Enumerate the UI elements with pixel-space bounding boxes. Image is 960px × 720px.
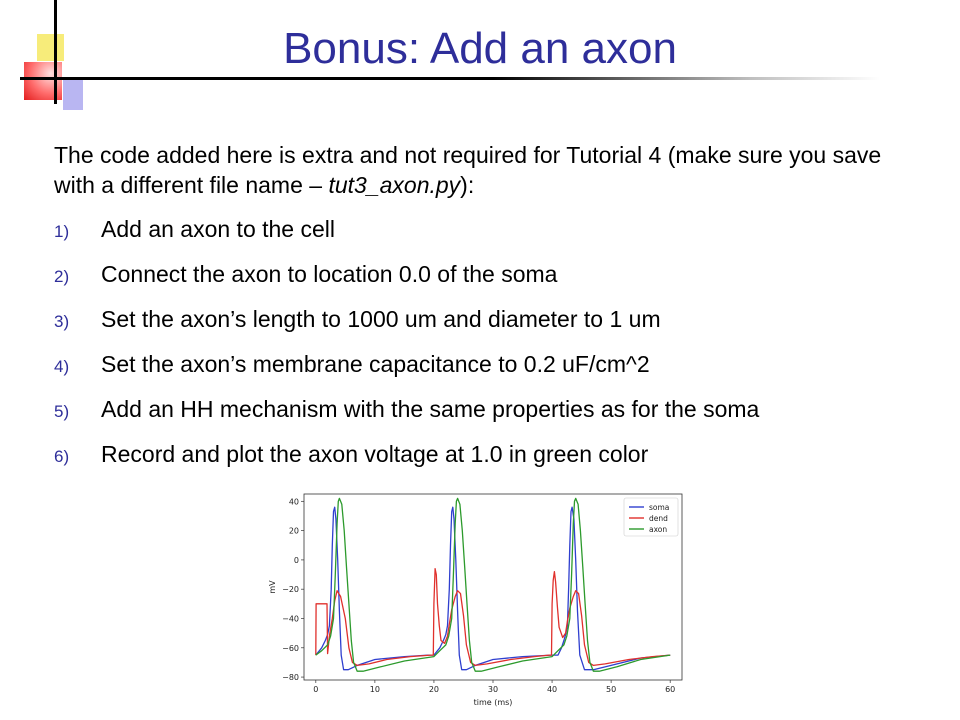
step-text: Add an axon to the cell [101, 216, 335, 242]
legend-label-axon: axon [649, 525, 667, 534]
step-number: 6) [54, 447, 70, 466]
legend-label-dend: dend [649, 514, 668, 523]
y-tick-label: 40 [289, 497, 299, 506]
x-tick-label: 30 [488, 685, 498, 694]
x-tick-label: 60 [665, 685, 675, 694]
step-number: 5) [54, 402, 70, 421]
y-tick-label: 0 [294, 556, 299, 565]
intro-paragraph: The code added here is extra and not req… [54, 140, 924, 200]
step-text: Record and plot the axon voltage at 1.0 … [101, 441, 649, 467]
intro-filename: tut3_axon.py [328, 172, 461, 198]
title-underline [20, 77, 880, 80]
intro-text-part2: ): [460, 172, 475, 198]
x-tick-label: 10 [370, 685, 380, 694]
x-tick-label: 20 [429, 685, 439, 694]
y-tick-label: −60 [282, 644, 299, 653]
slide-title: Bonus: Add an axon [283, 24, 677, 73]
x-tick-label: 50 [606, 685, 616, 694]
x-axis-label: time (ms) [474, 698, 513, 707]
x-tick-label: 40 [547, 685, 557, 694]
step-number: 2) [54, 267, 70, 286]
step-text: Add an HH mechanism with the same proper… [101, 396, 760, 422]
step-text: Set the axon’s length to 1000 um and dia… [101, 306, 661, 332]
step-number: 4) [54, 357, 70, 376]
legend-label-soma: soma [649, 503, 669, 512]
y-axis-label: mV [268, 580, 277, 594]
step-text: Connect the axon to location 0.0 of the … [101, 261, 558, 287]
decor-blue-square [63, 80, 83, 110]
y-tick-label: −40 [282, 614, 299, 623]
step-number: 3) [54, 312, 70, 331]
y-tick-label: 20 [289, 527, 299, 536]
y-tick-label: −20 [282, 585, 299, 594]
y-tick-label: −80 [282, 673, 299, 682]
step-text: Set the axon’s membrane capacitance to 0… [101, 351, 650, 377]
step-number: 1) [54, 222, 70, 241]
x-tick-label: 0 [313, 685, 318, 694]
voltage-trace-chart: 0 10 20 30 40 50 60 40 20 0 −20 −40 −60 −80 time (ms) m… [268, 493, 683, 707]
